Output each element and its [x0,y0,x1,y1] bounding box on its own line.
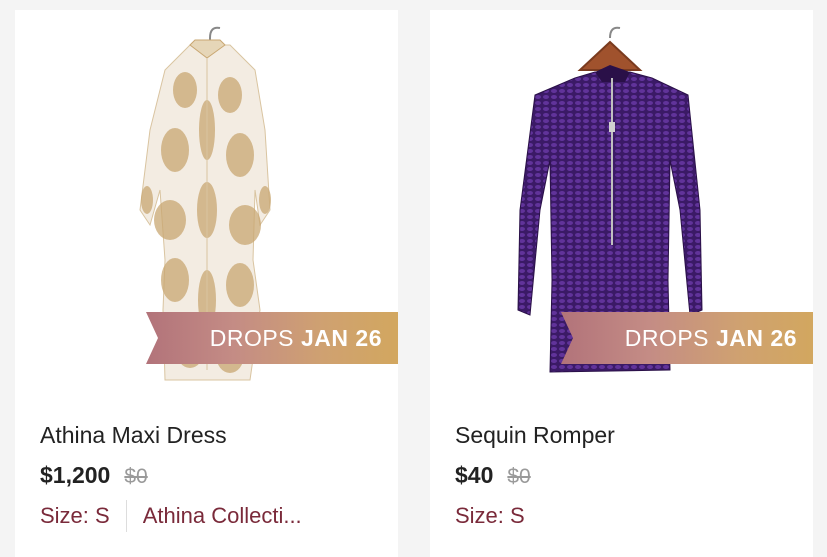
product-price: $1,200 [40,462,111,488]
product-price: $40 [455,462,494,488]
ribbon-drops-label: DROPS [209,324,295,351]
original-price: $0 [124,465,148,488]
brand-link[interactable]: Athina Collecti... [143,503,302,529]
price-row: $40 $0 [455,460,788,490]
meta-divider [125,500,127,532]
product-image-area[interactable]: DROPS JAN 26 [430,10,813,390]
product-info: Sequin Romper $40 $0 Size: S [430,420,813,532]
meta-row: Size: S [455,500,788,532]
product-title[interactable]: Sequin Romper [455,420,788,450]
ribbon-drops-label: DROPS [624,324,710,351]
product-info: Athina Maxi Dress $1,200 $0 Size: S Athi… [15,420,398,532]
ribbon-date-label: JAN 26 [716,324,797,351]
product-title[interactable]: Athina Maxi Dress [40,420,373,450]
size-label: Size: S [455,503,525,528]
product-card-sequin-romper[interactable]: DROPS JAN 26 Sequin Romper $40 $0 Size: … [430,10,813,557]
price-row: $1,200 $0 [40,460,373,490]
size-label: Size: S [40,503,110,528]
product-card-athina-maxi-dress[interactable]: DROPS JAN 26 Athina Maxi Dress $1,200 $0… [15,10,398,557]
ribbon-date-label: JAN 26 [301,324,382,351]
drops-ribbon: DROPS JAN 26 [561,312,813,364]
drops-ribbon: DROPS JAN 26 [146,312,398,364]
original-price: $0 [507,465,531,488]
product-image-area[interactable]: DROPS JAN 26 [15,10,398,390]
meta-row: Size: S Athina Collecti... [40,500,373,532]
